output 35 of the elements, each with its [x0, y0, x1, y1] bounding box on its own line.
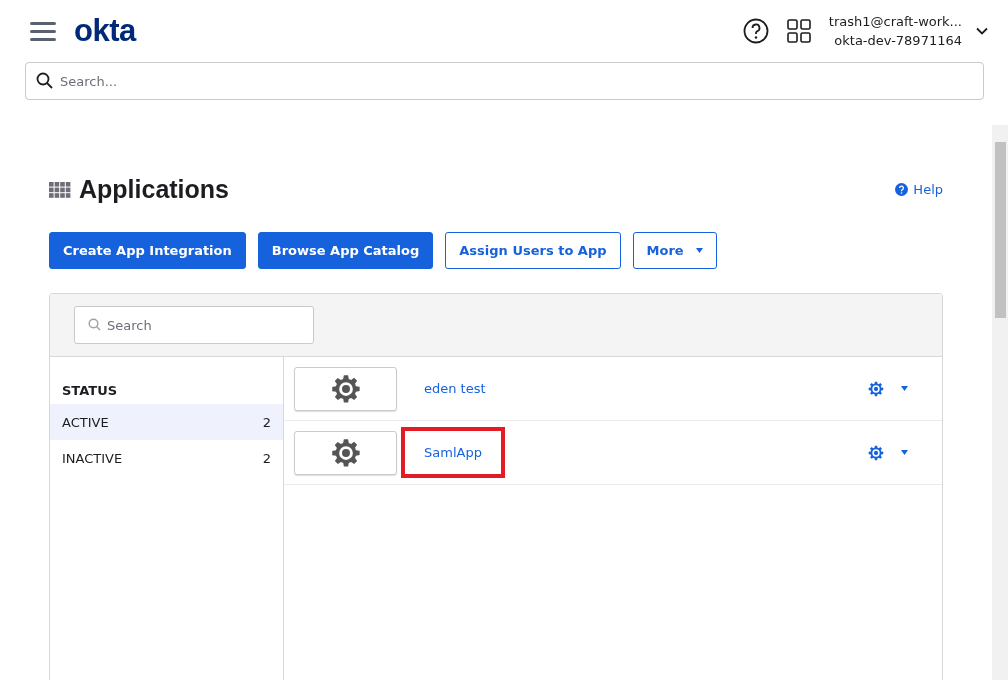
- app-link[interactable]: eden test: [401, 363, 509, 414]
- caret-icon: [901, 450, 908, 455]
- status-count: 2: [262, 450, 271, 466]
- action-button[interactable]: Create App Integration: [49, 232, 246, 269]
- grid-icon[interactable]: [786, 19, 811, 43]
- settings-menu[interactable]: [868, 444, 908, 461]
- action-button[interactable]: Assign Users to App: [445, 232, 621, 269]
- gear-icon: [330, 373, 361, 404]
- filter-search-field[interactable]: Search: [74, 306, 314, 344]
- status-heading: STATUS: [61, 383, 119, 398]
- caret-icon: [695, 248, 703, 253]
- more-dropdown[interactable]: More: [632, 232, 717, 269]
- grid-icon: [49, 181, 71, 198]
- status-filter[interactable]: ACTIVE 2: [50, 404, 283, 440]
- org-name: okta-dev-78971164: [834, 32, 962, 50]
- help-icon: [895, 183, 909, 196]
- status-label: ACTIVE: [62, 414, 109, 430]
- user-email: trash1@craft-work...: [828, 13, 962, 31]
- gear-icon: [330, 437, 361, 468]
- settings-icon: [868, 380, 884, 397]
- help-icon[interactable]: [742, 18, 769, 44]
- page-title: Applications: [79, 175, 229, 204]
- okta-logo[interactable]: okta: [74, 13, 136, 49]
- settings-menu[interactable]: [868, 380, 908, 397]
- status-filter[interactable]: INACTIVE 2: [50, 440, 283, 476]
- settings-icon: [868, 444, 884, 461]
- help-link[interactable]: Help: [895, 182, 943, 197]
- caret-icon: [901, 386, 908, 391]
- chevron-down-icon[interactable]: [976, 27, 988, 35]
- status-label: INACTIVE: [62, 450, 123, 466]
- search-field[interactable]: Search...: [25, 62, 984, 100]
- action-button[interactable]: Browse App Catalog: [257, 232, 434, 269]
- status-count: 2: [262, 414, 271, 430]
- app-link[interactable]: SamlApp: [401, 427, 505, 478]
- menu-icon[interactable]: [30, 21, 56, 41]
